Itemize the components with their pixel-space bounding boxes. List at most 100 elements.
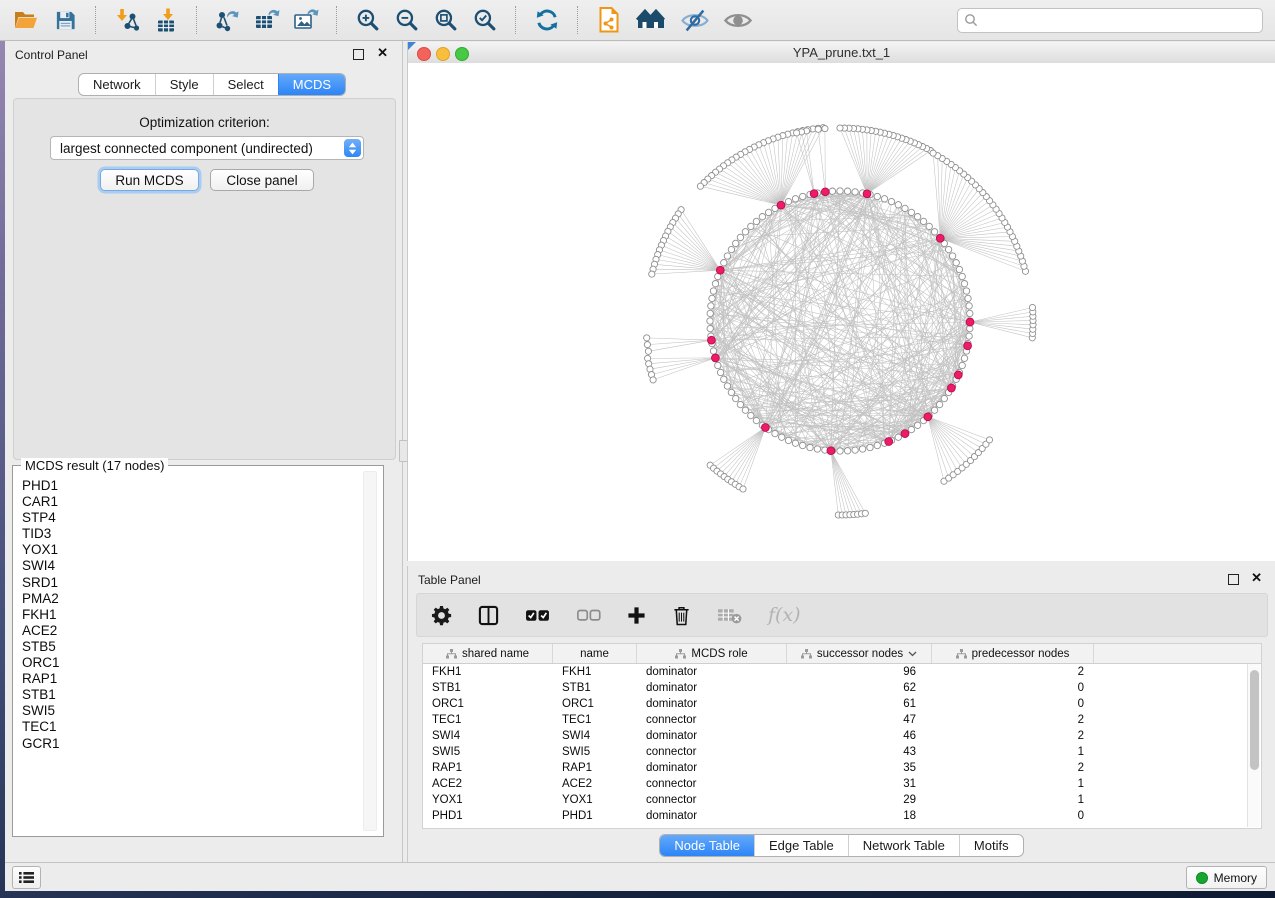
show-eye-icon[interactable] bbox=[720, 5, 756, 35]
mcds-result-item[interactable]: SWI4 bbox=[22, 558, 359, 574]
ring-node[interactable] bbox=[966, 303, 972, 309]
tab-node-table[interactable]: Node Table bbox=[660, 835, 754, 856]
tab-select[interactable]: Select bbox=[213, 74, 278, 95]
ring-node[interactable] bbox=[707, 325, 713, 331]
memory-button[interactable]: Memory bbox=[1186, 866, 1267, 889]
leaf-node[interactable] bbox=[794, 130, 800, 136]
mcds-node[interactable] bbox=[964, 342, 972, 350]
ring-node[interactable] bbox=[852, 447, 858, 453]
mcds-node[interactable] bbox=[821, 188, 829, 196]
mcds-node[interactable] bbox=[762, 424, 770, 432]
leaf-node[interactable] bbox=[837, 125, 843, 131]
ring-node[interactable] bbox=[712, 281, 718, 287]
ring-node[interactable] bbox=[792, 196, 798, 202]
ring-node[interactable] bbox=[785, 437, 791, 443]
ring-node[interactable] bbox=[867, 444, 873, 450]
table-row[interactable]: RAP1RAP1dominator352 bbox=[423, 760, 1261, 776]
mcds-result-item[interactable]: FKH1 bbox=[22, 607, 359, 623]
mcds-node[interactable] bbox=[863, 190, 871, 198]
ring-node[interactable] bbox=[748, 223, 754, 229]
ring-node[interactable] bbox=[902, 205, 908, 211]
float-panel-icon[interactable] bbox=[353, 49, 364, 60]
ring-node[interactable] bbox=[724, 253, 730, 259]
leaf-node[interactable] bbox=[815, 126, 821, 132]
table-scrollbar[interactable] bbox=[1247, 664, 1260, 827]
ring-node[interactable] bbox=[709, 295, 715, 301]
ring-node[interactable] bbox=[748, 412, 754, 418]
ring-node[interactable] bbox=[753, 218, 759, 224]
ring-node[interactable] bbox=[895, 434, 901, 440]
ring-node[interactable] bbox=[829, 188, 835, 194]
close-panel-icon[interactable]: ✕ bbox=[1251, 571, 1262, 585]
table-row[interactable]: STB1STB1dominator620 bbox=[423, 680, 1261, 696]
mcds-node[interactable] bbox=[936, 234, 944, 242]
mcds-node[interactable] bbox=[966, 318, 974, 326]
ring-node[interactable] bbox=[721, 260, 727, 266]
mcds-node[interactable] bbox=[716, 266, 724, 274]
ring-node[interactable] bbox=[844, 448, 850, 454]
leaf-node[interactable] bbox=[697, 183, 703, 189]
ring-node[interactable] bbox=[779, 434, 785, 440]
leaf-node[interactable] bbox=[1029, 304, 1035, 310]
leaf-node[interactable] bbox=[862, 510, 868, 516]
ring-node[interactable] bbox=[737, 401, 743, 407]
hide-selected-eye-icon[interactable] bbox=[677, 5, 713, 35]
table-row[interactable]: ACE2ACE2connector311 bbox=[423, 776, 1261, 792]
table-row[interactable]: ORC1ORC1dominator610 bbox=[423, 696, 1261, 712]
leaf-node[interactable] bbox=[986, 437, 992, 443]
float-panel-icon[interactable] bbox=[1228, 574, 1239, 585]
zoom-fit-icon[interactable] bbox=[430, 5, 462, 35]
ring-node[interactable] bbox=[908, 426, 914, 432]
ring-node[interactable] bbox=[914, 422, 920, 428]
ring-node[interactable] bbox=[967, 310, 973, 316]
leaf-node[interactable] bbox=[649, 271, 655, 277]
settings-gear-icon[interactable] bbox=[431, 605, 452, 626]
table-row[interactable]: FKH1FKH1dominator962 bbox=[423, 664, 1261, 680]
delete-row-trash-icon[interactable] bbox=[672, 605, 691, 626]
leaf-node[interactable] bbox=[930, 150, 936, 156]
table-row[interactable]: YOX1YOX1connector291 bbox=[423, 792, 1261, 808]
ring-node[interactable] bbox=[710, 348, 716, 354]
mcds-result-item[interactable]: PHD1 bbox=[22, 478, 359, 494]
mcds-result-item[interactable]: TID3 bbox=[22, 526, 359, 542]
mcds-list-scrollbar[interactable] bbox=[363, 471, 377, 831]
ring-node[interactable] bbox=[874, 442, 880, 448]
save-session-icon[interactable] bbox=[49, 5, 81, 35]
mcds-node[interactable] bbox=[810, 190, 818, 198]
ring-node[interactable] bbox=[852, 189, 858, 195]
show-panels-button[interactable] bbox=[12, 866, 41, 889]
column-header[interactable]: shared name bbox=[423, 644, 553, 663]
ring-node[interactable] bbox=[733, 240, 739, 246]
mcds-node[interactable] bbox=[777, 201, 785, 209]
ring-node[interactable] bbox=[759, 214, 765, 220]
mcds-result-item[interactable]: ORC1 bbox=[22, 655, 359, 671]
column-header[interactable]: MCDS role bbox=[637, 644, 787, 663]
share-network-document-icon[interactable] bbox=[593, 5, 625, 35]
tab-edge-table[interactable]: Edge Table bbox=[754, 835, 848, 856]
zoom-out-icon[interactable] bbox=[391, 5, 423, 35]
ring-node[interactable] bbox=[733, 395, 739, 401]
ring-node[interactable] bbox=[961, 281, 967, 287]
ring-node[interactable] bbox=[941, 395, 947, 401]
ring-node[interactable] bbox=[742, 229, 748, 235]
mcds-node[interactable] bbox=[827, 447, 835, 455]
ring-node[interactable] bbox=[966, 333, 972, 339]
tab-mcds[interactable]: MCDS bbox=[278, 74, 345, 95]
ring-node[interactable] bbox=[742, 407, 748, 413]
network-canvas[interactable] bbox=[408, 63, 1275, 561]
mcds-node[interactable] bbox=[901, 430, 909, 438]
ring-node[interactable] bbox=[961, 355, 967, 361]
ring-node[interactable] bbox=[956, 266, 962, 272]
table-row[interactable]: SWI4SWI4dominator462 bbox=[423, 728, 1261, 744]
leaf-node[interactable] bbox=[644, 335, 650, 341]
mcds-result-item[interactable]: PMA2 bbox=[22, 591, 359, 607]
ring-node[interactable] bbox=[844, 188, 850, 194]
open-session-icon[interactable] bbox=[10, 5, 42, 35]
leaf-node[interactable] bbox=[822, 126, 828, 132]
ring-node[interactable] bbox=[728, 389, 734, 395]
ring-node[interactable] bbox=[800, 193, 806, 199]
ring-node[interactable] bbox=[965, 295, 971, 301]
ring-node[interactable] bbox=[721, 376, 727, 382]
tab-network[interactable]: Network bbox=[79, 74, 155, 95]
network-titlebar[interactable]: YPA_prune.txt_1 bbox=[408, 42, 1275, 64]
